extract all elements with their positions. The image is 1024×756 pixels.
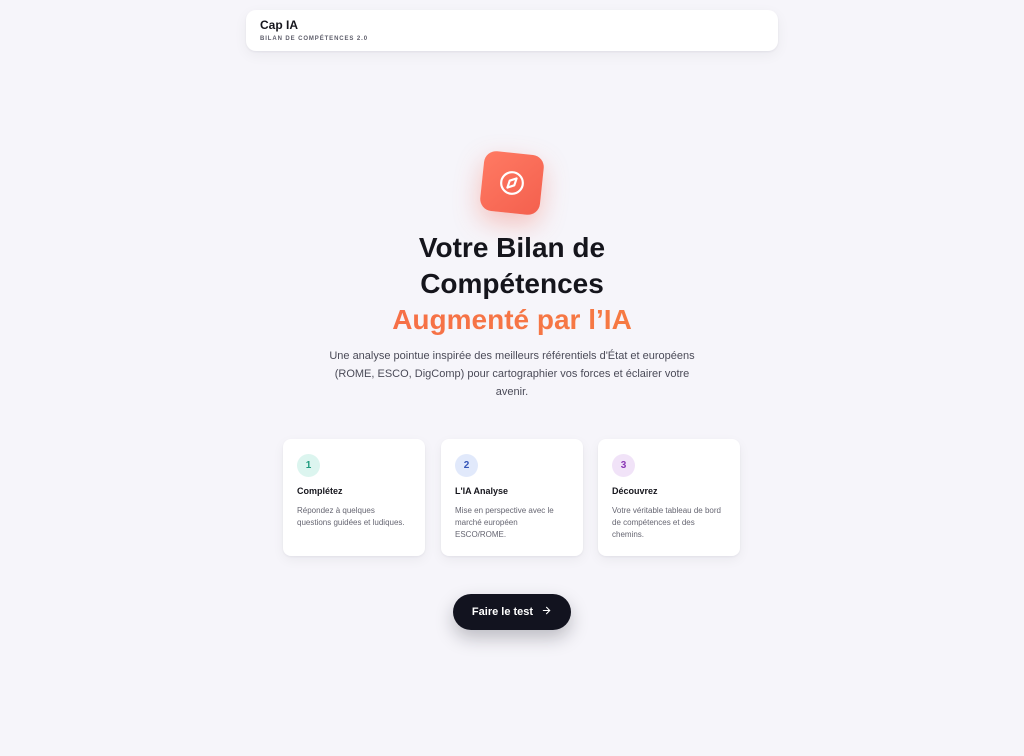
arrow-right-icon	[541, 605, 552, 619]
hero-description: Une analyse pointue inspirée des meilleu…	[329, 350, 695, 398]
step-number-badge: 1	[297, 454, 320, 477]
title-line-1: Votre Bilan de	[418, 232, 606, 263]
compass-icon	[479, 150, 545, 216]
step-number-badge: 2	[455, 454, 478, 477]
start-test-button[interactable]: Faire le test	[453, 594, 571, 630]
brand-title[interactable]: Cap IA	[260, 18, 764, 33]
step-description: Mise en perspective avec le marché europ…	[455, 506, 554, 539]
landing-page: Cap IA BILAN DE COMPÉTENCES 2.0 Votre Bi…	[0, 0, 1024, 756]
step-title: Découvrez	[612, 486, 658, 496]
step-card-decouvrez: 3 Découvrez Votre véritable tableau de b…	[598, 439, 740, 556]
title-line-2: Compétences	[420, 268, 604, 299]
page-title: Votre Bilan de Compétences Augmenté par …	[0, 230, 1024, 338]
top-bar: Cap IA BILAN DE COMPÉTENCES 2.0	[246, 10, 778, 51]
step-number-badge: 3	[612, 454, 635, 477]
step-title: L'IA Analyse	[455, 486, 508, 496]
brand-subtitle: BILAN DE COMPÉTENCES 2.0	[260, 36, 368, 42]
step-card-ia-analyse: 2 L'IA Analyse Mise en perspective avec …	[441, 439, 583, 556]
steps-list: 1 Complétez Répondez à quelques question…	[283, 439, 741, 556]
step-description: Votre véritable tableau de bord de compé…	[612, 506, 721, 539]
step-description: Répondez à quelques questions guidées et…	[297, 506, 405, 527]
step-card-completez: 1 Complétez Répondez à quelques question…	[283, 439, 425, 556]
title-accent: Augmenté par l’IA	[0, 302, 1024, 338]
start-test-label: Faire le test	[471, 606, 534, 618]
step-title: Complétez	[297, 486, 343, 496]
